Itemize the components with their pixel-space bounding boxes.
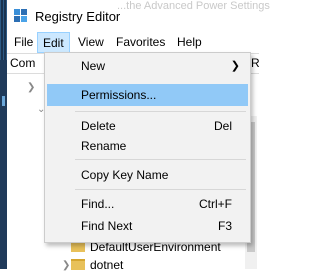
menu-separator — [75, 111, 246, 112]
tree-item-dotnet[interactable]: dotnet — [71, 256, 123, 274]
menu-item-permissions[interactable]: Permissions... — [47, 84, 248, 106]
menu-view[interactable]: View — [73, 32, 109, 53]
menu-bar: File Edit View Favorites Help — [7, 32, 259, 53]
chevron-right-icon[interactable]: ❯ — [62, 260, 70, 271]
background-window-text: ...the Advanced Power Settings — [117, 0, 270, 12]
menu-edit[interactable]: Edit — [37, 32, 70, 53]
menu-item-find[interactable]: Find... Ctrl+F — [47, 193, 248, 215]
address-text: Com — [10, 56, 36, 70]
window-title: Registry Editor — [35, 9, 121, 24]
desktop-left-edge — [0, 0, 7, 269]
menu-item-rename[interactable]: Rename — [47, 135, 248, 157]
chevron-right-icon[interactable]: ❯ — [27, 82, 35, 93]
edit-menu-dropdown: New ❯ Permissions... Delete Del Rename C… — [44, 52, 251, 243]
folder-icon — [71, 259, 85, 270]
menu-item-new[interactable]: New ❯ — [47, 55, 248, 77]
menu-favorites[interactable]: Favorites — [111, 32, 170, 53]
tree-item-label: dotnet — [90, 258, 124, 272]
menu-item-label: Copy Key Name — [81, 168, 169, 182]
menu-item-label: Delete — [81, 119, 116, 133]
menu-item-shortcut: F3 — [217, 219, 232, 233]
desktop-accent — [2, 96, 5, 106]
menu-item-shortcut: Del — [213, 119, 232, 133]
menu-item-label: Find Next — [81, 219, 133, 233]
menu-item-delete[interactable]: Delete Del — [47, 115, 248, 137]
menu-item-copy-key-name[interactable]: Copy Key Name — [47, 164, 248, 186]
menu-item-label: New — [81, 59, 106, 73]
menu-item-label: Permissions... — [81, 88, 157, 102]
desktop-pattern — [0, 0, 7, 60]
menu-separator — [75, 159, 246, 160]
menu-item-label: Find... — [81, 197, 115, 211]
menu-separator — [75, 189, 246, 190]
menu-item-find-next[interactable]: Find Next F3 — [47, 215, 248, 237]
registry-editor-icon — [14, 9, 27, 22]
menu-item-shortcut: Ctrl+F — [199, 197, 232, 211]
menu-file[interactable]: File — [9, 32, 38, 53]
title-bar[interactable]: Registry Editor ...the Advanced Power Se… — [7, 0, 270, 32]
menu-item-label: Rename — [81, 139, 127, 153]
registry-editor-window: Registry Editor ...the Advanced Power Se… — [7, 0, 270, 272]
chevron-right-icon: ❯ — [230, 60, 240, 72]
menu-help[interactable]: Help — [172, 32, 207, 53]
